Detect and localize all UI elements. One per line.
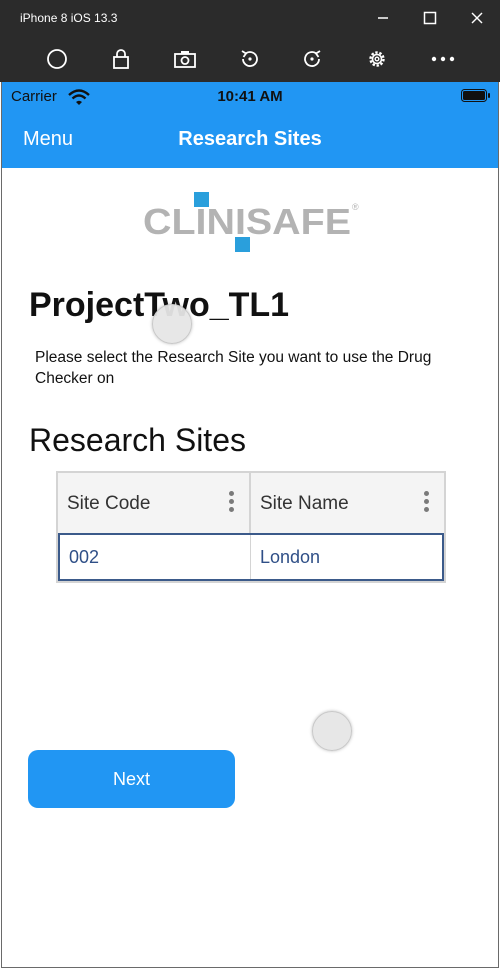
site-code-cell[interactable]: 002 xyxy=(60,535,251,579)
navigation-bar: Menu Research Sites xyxy=(2,112,498,168)
minimize-icon[interactable] xyxy=(371,6,395,30)
clinisafe-logo: CLINISAFE ® xyxy=(143,192,359,252)
research-sites-grid: Site Code Site Name 002 London xyxy=(56,471,446,583)
simulator-toolbar xyxy=(0,36,500,82)
home-circle-icon[interactable] xyxy=(43,45,71,73)
rotate-left-icon[interactable] xyxy=(235,45,263,73)
column-header-label: Site Code xyxy=(67,493,151,514)
column-header-site-name[interactable]: Site Name xyxy=(251,473,444,533)
next-button[interactable]: Next xyxy=(28,750,235,808)
site-name-cell[interactable]: London xyxy=(251,535,446,579)
nav-title: Research Sites xyxy=(178,128,322,150)
more-icon[interactable] xyxy=(429,45,457,73)
site-name-value: London xyxy=(260,547,321,567)
column-menu-icon[interactable] xyxy=(424,491,430,515)
window-title-bar: iPhone 8 iOS 13.3 xyxy=(0,0,500,36)
touch-indicator xyxy=(152,304,192,344)
section-title: Research Sites xyxy=(29,422,246,458)
window-title: iPhone 8 iOS 13.3 xyxy=(20,11,118,25)
logo-text: CLINISAFE xyxy=(143,201,351,242)
phone-screen: Carrier 10:41 AM Menu Research Sites CLI… xyxy=(1,82,499,968)
close-icon[interactable] xyxy=(465,6,489,30)
column-header-site-code[interactable]: Site Code xyxy=(58,473,251,533)
rotate-right-icon[interactable] xyxy=(299,45,327,73)
instruction-text: Please select the Research Site you want… xyxy=(35,349,432,387)
site-code-value: 002 xyxy=(69,547,100,567)
gear-icon[interactable] xyxy=(363,45,391,73)
touch-indicator xyxy=(312,711,352,751)
column-header-label: Site Name xyxy=(260,493,349,514)
camera-icon[interactable] xyxy=(171,45,199,73)
maximize-icon[interactable] xyxy=(418,6,442,30)
grid-header: Site Code Site Name xyxy=(58,473,444,535)
status-bar: Carrier 10:41 AM xyxy=(2,82,498,112)
status-time: 10:41 AM xyxy=(217,88,283,105)
logo-registered-mark: ® xyxy=(352,202,359,212)
battery-icon xyxy=(461,89,491,108)
column-menu-icon[interactable] xyxy=(229,491,235,515)
lock-icon[interactable] xyxy=(107,45,135,73)
table-row[interactable]: 002 London xyxy=(58,533,444,581)
